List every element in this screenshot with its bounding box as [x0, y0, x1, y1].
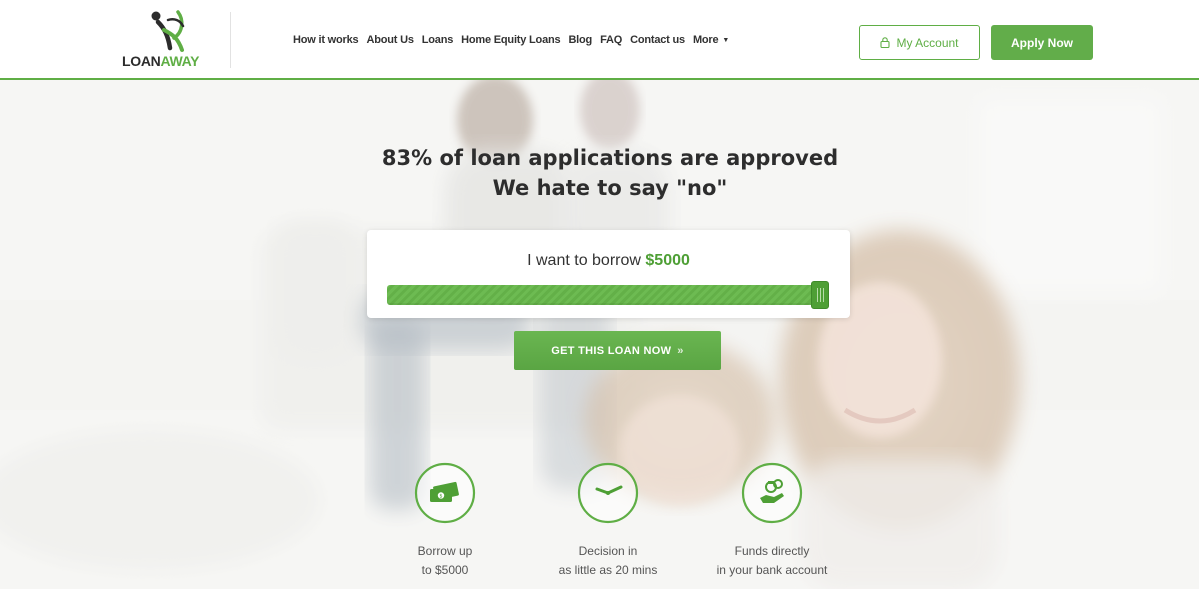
- borrow-label: I want to borrow $5000: [367, 252, 850, 270]
- nav-faq[interactable]: FAQ: [600, 34, 622, 46]
- feature-funds-line1: Funds directly: [734, 544, 810, 558]
- amount-slider-handle[interactable]: [811, 281, 829, 309]
- hand-coins-icon: [741, 462, 803, 524]
- svg-text:$: $: [439, 494, 442, 500]
- runner-logo-icon: [151, 10, 185, 52]
- feature-borrow-line1: Borrow up: [417, 544, 473, 558]
- nav-contact-us[interactable]: Contact us: [630, 34, 685, 46]
- hero-headline: 83% of loan applications are approved We…: [300, 143, 920, 203]
- nav-home-equity-loans[interactable]: Home Equity Loans: [461, 34, 560, 46]
- feature-borrow-text: Borrow up to $5000: [355, 542, 535, 580]
- logo[interactable]: LOANAWAY: [118, 8, 228, 74]
- get-loan-now-button[interactable]: GET THIS LOAN NOW »: [514, 331, 721, 370]
- feature-decision-line2: as little as 20 mins: [558, 563, 658, 577]
- my-account-button[interactable]: My Account: [859, 25, 980, 60]
- logo-text-loan: LOAN: [122, 53, 161, 69]
- logo-text-away: AWAY: [160, 53, 200, 69]
- double-chevron-right-icon: »: [677, 344, 684, 357]
- feature-decision-text: Decision in as little as 20 mins: [518, 542, 698, 580]
- handle-grip: [820, 288, 821, 302]
- my-account-label: My Account: [896, 35, 959, 50]
- cash-icon: $: [414, 462, 476, 524]
- borrow-amount: $5000: [645, 252, 690, 269]
- site-header: LOANAWAY How it works About Us Loans Hom…: [0, 0, 1199, 80]
- amount-slider-track[interactable]: [387, 285, 828, 305]
- feature-decision-line1: Decision in: [578, 544, 638, 558]
- apply-now-button[interactable]: Apply Now: [991, 25, 1093, 60]
- logo-wordmark: LOANAWAY: [122, 53, 200, 69]
- cta-label: GET THIS LOAN NOW: [551, 344, 672, 357]
- nav-more-label: More: [692, 34, 719, 46]
- nav-about-us[interactable]: About Us: [366, 34, 413, 46]
- headline-line-2: We hate to say "no": [492, 176, 728, 200]
- nav-blog[interactable]: Blog: [568, 34, 592, 46]
- feature-funds-line2: in your bank account: [716, 563, 828, 577]
- handle-grip: [817, 288, 818, 302]
- caret-down-icon: ▼: [722, 36, 730, 44]
- feature-borrow-line2: to $5000: [421, 563, 469, 577]
- nav-loans[interactable]: Loans: [422, 34, 454, 46]
- main-nav: How it works About Us Loans Home Equity …: [293, 34, 729, 46]
- nav-more[interactable]: More ▼: [693, 34, 729, 46]
- nav-how-it-works[interactable]: How it works: [293, 34, 359, 46]
- logo-divider: [230, 12, 231, 68]
- headline-line-1: 83% of loan applications are approved: [381, 146, 839, 170]
- borrow-card: I want to borrow $5000: [367, 230, 850, 318]
- handle-grip: [823, 288, 824, 302]
- borrow-prefix: I want to borrow: [527, 252, 641, 269]
- feature-funds-text: Funds directly in your bank account: [682, 542, 862, 580]
- clock-icon: [577, 462, 639, 524]
- lock-icon: [880, 37, 891, 48]
